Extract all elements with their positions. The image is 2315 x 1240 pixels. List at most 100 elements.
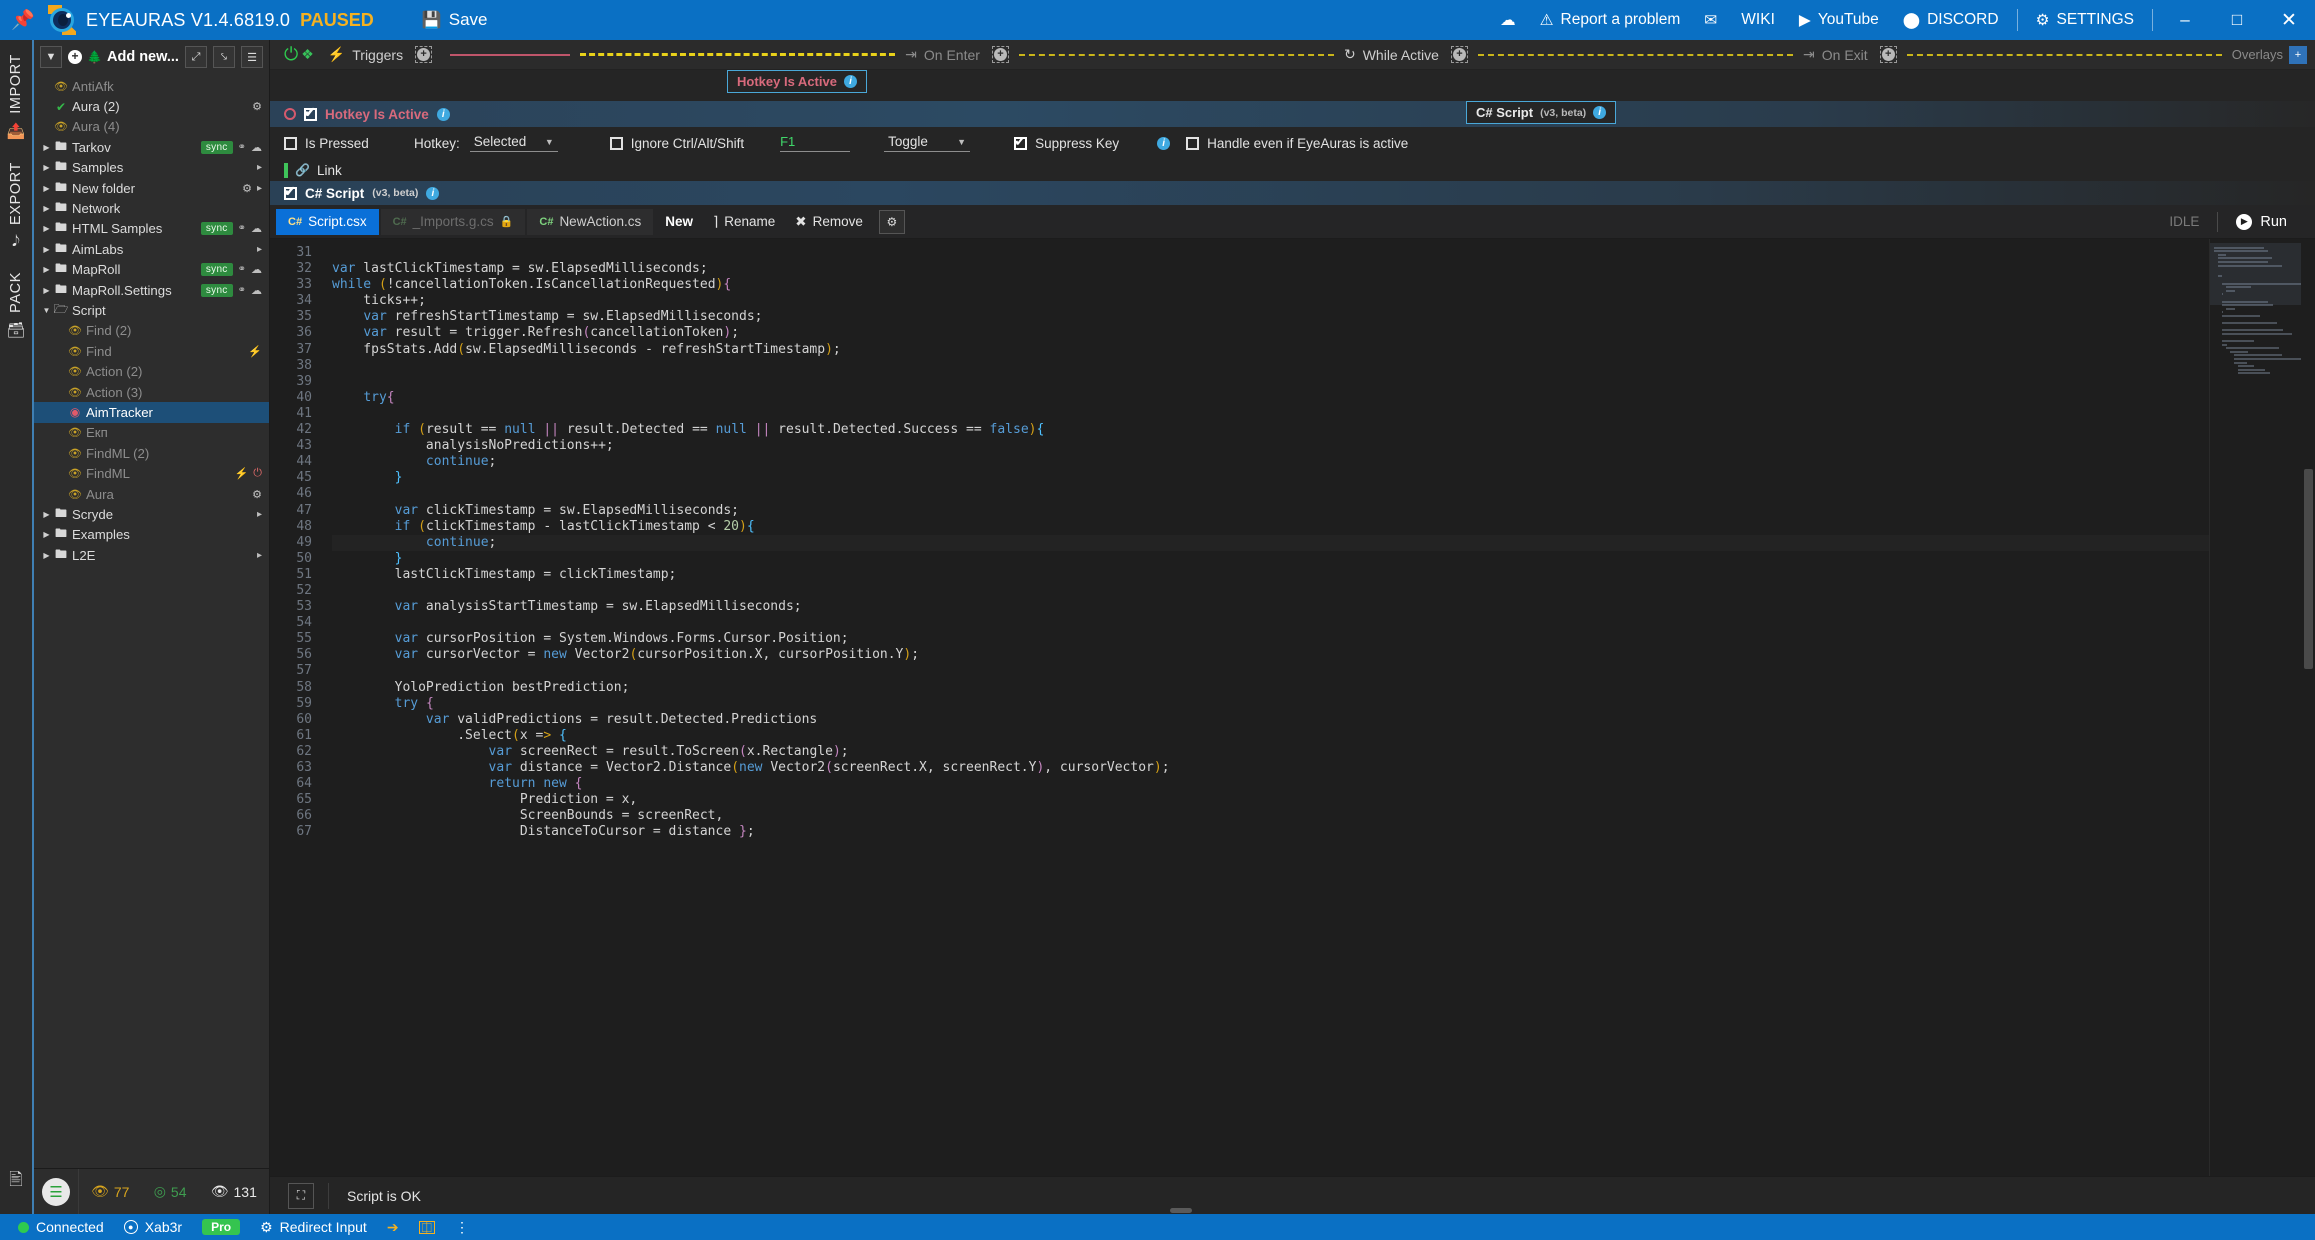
code-line[interactable]: try {	[332, 696, 2209, 712]
hotkey-enabled-checkbox[interactable]	[304, 108, 317, 121]
chevron-right-icon[interactable]: ▶	[40, 265, 53, 274]
info-icon[interactable]: i	[1593, 106, 1606, 119]
chevron-right-icon[interactable]: ▶	[40, 286, 53, 295]
editor-tab-script-csx[interactable]: C#Script.csx	[276, 209, 379, 235]
discord-button[interactable]: ⬤ DISCORD	[1891, 0, 2011, 40]
code-line[interactable]: var lastClickTimestamp = sw.ElapsedMilli…	[332, 261, 2209, 277]
is-pressed-option[interactable]: Is Pressed	[284, 136, 414, 151]
code-line[interactable]: var screenRect = result.ToScreen(x.Recta…	[332, 744, 2209, 760]
fullscreen-icon[interactable]: ⛶	[288, 1183, 314, 1209]
code-line[interactable]: return new {	[332, 776, 2209, 792]
code-line[interactable]: .Select(x => {	[332, 728, 2209, 744]
rail-import-label[interactable]: IMPORT	[8, 54, 24, 114]
gear-icon[interactable]: ⚙	[252, 100, 262, 113]
gear-icon[interactable]: ⚙	[252, 488, 262, 501]
tree-item-html-samples[interactable]: ▶🖿HTML Samplessync⚭☁	[34, 219, 269, 239]
collapse-all-icon[interactable]: ⤥	[213, 46, 235, 68]
close-button[interactable]: ✕	[2263, 0, 2315, 40]
code-line[interactable]: var clickTimestamp = sw.ElapsedMilliseco…	[332, 503, 2209, 519]
redirect-input-button[interactable]: ⚙ Redirect Input	[250, 1219, 377, 1236]
tree-item-find[interactable]: 👁Find⚡	[34, 341, 269, 361]
more-menu-button[interactable]: ⋮	[445, 1223, 479, 1231]
tree-item-aimlabs[interactable]: ▶🖿AimLabs▸	[34, 239, 269, 259]
youtube-button[interactable]: ▶ YouTube	[1787, 0, 1891, 40]
tree-item-findml[interactable]: 👁FindML⚡⏻	[34, 463, 269, 483]
hotkey-key-field[interactable]: F1	[780, 134, 850, 152]
script-enabled-checkbox[interactable]	[284, 187, 297, 200]
on-exit-group[interactable]: ⇥ On Exit +	[1803, 46, 1897, 63]
list-menu-icon[interactable]: ☰	[42, 1178, 70, 1206]
code-minimap[interactable]	[2209, 239, 2301, 1176]
horizontal-scrollbar-thumb[interactable]	[1170, 1208, 1192, 1213]
rail-pack-label[interactable]: PACK	[8, 272, 24, 313]
filter-icon[interactable]: ▼	[40, 46, 62, 68]
code-line[interactable]: var cursorPosition = System.Windows.Form…	[332, 631, 2209, 647]
code-line[interactable]: if (clickTimestamp - lastClickTimestamp …	[332, 519, 2209, 535]
code-line[interactable]	[332, 583, 2209, 599]
mail-button[interactable]: ✉	[1692, 0, 1729, 40]
code-line[interactable]	[332, 486, 2209, 502]
run-script-button[interactable]: ▶ Run	[2218, 214, 2309, 230]
vertical-scrollbar[interactable]	[2301, 239, 2315, 1176]
chevron-right-icon[interactable]: ▶	[40, 224, 53, 233]
pack-icon[interactable]: 🗃	[6, 321, 25, 339]
chevron-right-icon[interactable]: ▶	[40, 204, 53, 213]
overlays-group[interactable]: Overlays +	[2232, 46, 2315, 64]
tree-item-tarkov[interactable]: ▶🖿Tarkovsync⚭☁	[34, 137, 269, 157]
code-line[interactable]: var distance = Vector2.Distance(new Vect…	[332, 760, 2209, 776]
keyboard-toggle[interactable]: ⎅	[409, 1221, 445, 1234]
on-enter-group[interactable]: ⇥ On Enter +	[905, 46, 1009, 63]
code-line[interactable]: }	[332, 470, 2209, 486]
ignore-modifiers-checkbox[interactable]	[610, 137, 623, 150]
report-problem-button[interactable]: ⚠ Report a problem	[1528, 0, 1693, 40]
code-line[interactable]	[332, 615, 2209, 631]
scrollbar-thumb[interactable]	[2304, 469, 2313, 669]
info-icon[interactable]: i	[426, 187, 439, 200]
code-line[interactable]: fpsStats.Add(sw.ElapsedMilliseconds - re…	[332, 342, 2209, 358]
tree-item-findml-2[interactable]: 👁FindML (2)	[34, 443, 269, 463]
settings-button[interactable]: ⚙ SETTINGS	[2024, 0, 2146, 40]
minimize-button[interactable]: –	[2159, 0, 2211, 40]
triggers-group[interactable]: ⚡ Triggers +	[328, 46, 432, 63]
tree-item-action-2[interactable]: 👁Action (2)	[34, 361, 269, 381]
suppress-key-option[interactable]: Suppress Key	[1014, 136, 1119, 151]
export-icon[interactable]: 𝅘𝅥𝅮	[12, 233, 20, 250]
tree-item-[interactable]: 👁Екп	[34, 423, 269, 443]
cloud-download-button[interactable]: ☁	[1488, 0, 1528, 40]
power-icon[interactable]: ⏻	[253, 467, 262, 480]
handle-active-checkbox[interactable]	[1186, 137, 1199, 150]
tree-item-aura[interactable]: 👁Aura⚙	[34, 484, 269, 504]
code-line[interactable]	[332, 374, 2209, 390]
code-line[interactable]: YoloPrediction bestPrediction;	[332, 680, 2209, 696]
tree-item-scryde[interactable]: ▶🖿Scryde▸	[34, 504, 269, 524]
code-line[interactable]: var validPredictions = result.Detected.P…	[332, 712, 2209, 728]
notes-icon[interactable]: 🖹	[9, 1167, 23, 1196]
code-scroll-area[interactable]: 3132333435363738394041424344454647484950…	[270, 239, 2209, 1176]
code-line[interactable]: lastClickTimestamp = clickTimestamp;	[332, 567, 2209, 583]
ignore-modifiers-option[interactable]: Ignore Ctrl/Alt/Shift	[610, 136, 744, 151]
tree-item-action-3[interactable]: 👁Action (3)	[34, 382, 269, 402]
code-line[interactable]	[332, 358, 2209, 374]
tree-item-network[interactable]: ▶🖿Network	[34, 198, 269, 218]
hotkey-toggle-select[interactable]: Toggle ▼	[884, 134, 970, 152]
new-file-button[interactable]: New	[655, 214, 703, 229]
while-active-group[interactable]: ↻ While Active +	[1344, 46, 1468, 63]
maximize-button[interactable]: □	[2211, 0, 2263, 40]
code-line[interactable]: while (!cancellationToken.IsCancellation…	[332, 277, 2209, 293]
tree-item-maproll-settings[interactable]: ▶🖿MapRoll.Settingssync⚭☁	[34, 280, 269, 300]
tree-item-l2e[interactable]: ▶🖿L2E▸	[34, 545, 269, 565]
code-line[interactable]: analysisNoPredictions++;	[332, 438, 2209, 454]
code-line[interactable]	[332, 406, 2209, 422]
info-icon[interactable]: i	[1157, 137, 1170, 150]
chevron-right-icon[interactable]: ▶	[40, 530, 53, 539]
code-line[interactable]	[332, 663, 2209, 679]
remove-file-button[interactable]: ✖ Remove	[785, 214, 873, 230]
list-view-icon[interactable]: ☰	[241, 46, 263, 68]
code-line[interactable]: var cursorVector = new Vector2(cursorPos…	[332, 647, 2209, 663]
add-on-enter-button[interactable]: +	[992, 46, 1009, 63]
tree-item-examples[interactable]: ▶🖿Examples	[34, 525, 269, 545]
code-line[interactable]: Prediction = x,	[332, 792, 2209, 808]
code-line[interactable]: if (result == null || result.Detected ==…	[332, 422, 2209, 438]
link-row[interactable]: 🔗 Link	[270, 159, 2315, 181]
code-line[interactable]: DistanceToCursor = distance };	[332, 824, 2209, 840]
